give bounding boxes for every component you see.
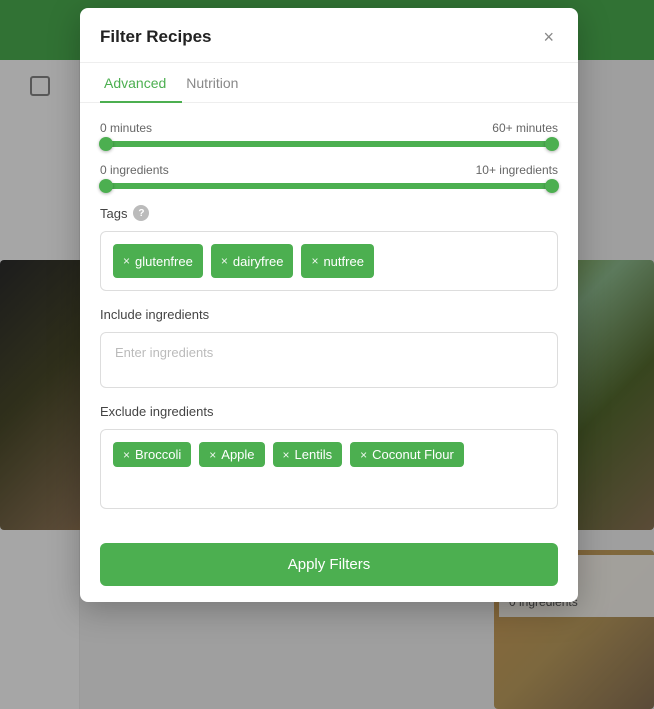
modal-body: 0 minutes 60+ minutes 0 ingredients 10+ … xyxy=(80,103,578,543)
ingredients-max-label: 10+ ingredients xyxy=(476,163,558,177)
exclude-label-broccoli: Broccoli xyxy=(135,447,181,462)
exclude-remove-broccoli[interactable]: × xyxy=(123,448,130,462)
exclude-label-apple: Apple xyxy=(221,447,254,462)
ingredients-slider-thumb-right[interactable] xyxy=(545,179,559,193)
exclude-remove-apple[interactable]: × xyxy=(209,448,216,462)
tags-label-text: Tags xyxy=(100,206,127,221)
time-max-label: 60+ minutes xyxy=(492,121,558,135)
apply-filters-button[interactable]: Apply Filters xyxy=(100,543,558,586)
tab-nutrition[interactable]: Nutrition xyxy=(182,63,254,103)
time-slider-thumb-right[interactable] xyxy=(545,137,559,151)
time-slider-labels: 0 minutes 60+ minutes xyxy=(100,121,558,135)
modal-title: Filter Recipes xyxy=(100,27,212,47)
tags-box: × glutenfree × dairyfree × nutfree xyxy=(100,231,558,291)
tag-remove-nutfree[interactable]: × xyxy=(311,254,318,268)
tag-chip-dairyfree[interactable]: × dairyfree xyxy=(211,244,294,278)
exclude-label-lentils: Lentils xyxy=(295,447,333,462)
exclude-chip-apple[interactable]: × Apple xyxy=(199,442,264,467)
time-slider-track[interactable] xyxy=(100,141,558,147)
ingredients-slider-labels: 0 ingredients 10+ ingredients xyxy=(100,163,558,177)
tag-remove-glutenfree[interactable]: × xyxy=(123,254,130,268)
tags-help-icon[interactable]: ? xyxy=(133,205,149,221)
time-slider-section: 0 minutes 60+ minutes xyxy=(100,121,558,147)
time-slider-fill xyxy=(100,141,558,147)
modal-header: Filter Recipes × xyxy=(80,8,578,63)
apply-button-wrap: Apply Filters xyxy=(80,543,578,602)
exclude-chip-lentils[interactable]: × Lentils xyxy=(273,442,343,467)
exclude-ingredients-section: Exclude ingredients × Broccoli × Apple ×… xyxy=(100,404,558,509)
tag-label-glutenfree: glutenfree xyxy=(135,254,193,269)
tag-label-nutfree: nutfree xyxy=(323,254,363,269)
ingredients-slider-fill xyxy=(100,183,558,189)
exclude-remove-lentils[interactable]: × xyxy=(283,448,290,462)
tag-chip-glutenfree[interactable]: × glutenfree xyxy=(113,244,203,278)
time-min-label: 0 minutes xyxy=(100,121,152,135)
include-label-text: Include ingredients xyxy=(100,307,209,322)
ingredients-slider-thumb-left[interactable] xyxy=(99,179,113,193)
exclude-chip-broccoli[interactable]: × Broccoli xyxy=(113,442,191,467)
ingredients-slider-section: 0 ingredients 10+ ingredients xyxy=(100,163,558,189)
filter-recipes-modal: Filter Recipes × Advanced Nutrition 0 mi… xyxy=(80,8,578,602)
exclude-chip-coconutflour[interactable]: × Coconut Flour xyxy=(350,442,464,467)
ingredients-slider-track[interactable] xyxy=(100,183,558,189)
modal-tabs: Advanced Nutrition xyxy=(80,63,578,103)
include-ingredients-input[interactable]: Enter ingredients xyxy=(100,332,558,388)
tab-advanced[interactable]: Advanced xyxy=(100,63,182,103)
include-label: Include ingredients xyxy=(100,307,558,322)
include-ingredients-section: Include ingredients Enter ingredients xyxy=(100,307,558,388)
ingredients-min-label: 0 ingredients xyxy=(100,163,169,177)
tags-section-label: Tags ? xyxy=(100,205,558,221)
exclude-label-text: Exclude ingredients xyxy=(100,404,213,419)
modal-close-button[interactable]: × xyxy=(539,26,558,48)
tag-chip-nutfree[interactable]: × nutfree xyxy=(301,244,374,278)
tag-remove-dairyfree[interactable]: × xyxy=(221,254,228,268)
include-placeholder: Enter ingredients xyxy=(115,345,213,360)
exclude-box: × Broccoli × Apple × Lentils × Coconut F… xyxy=(100,429,558,509)
exclude-label-coconutflour: Coconut Flour xyxy=(372,447,454,462)
time-slider-thumb-left[interactable] xyxy=(99,137,113,151)
exclude-label: Exclude ingredients xyxy=(100,404,558,419)
tag-label-dairyfree: dairyfree xyxy=(233,254,284,269)
exclude-remove-coconutflour[interactable]: × xyxy=(360,448,367,462)
